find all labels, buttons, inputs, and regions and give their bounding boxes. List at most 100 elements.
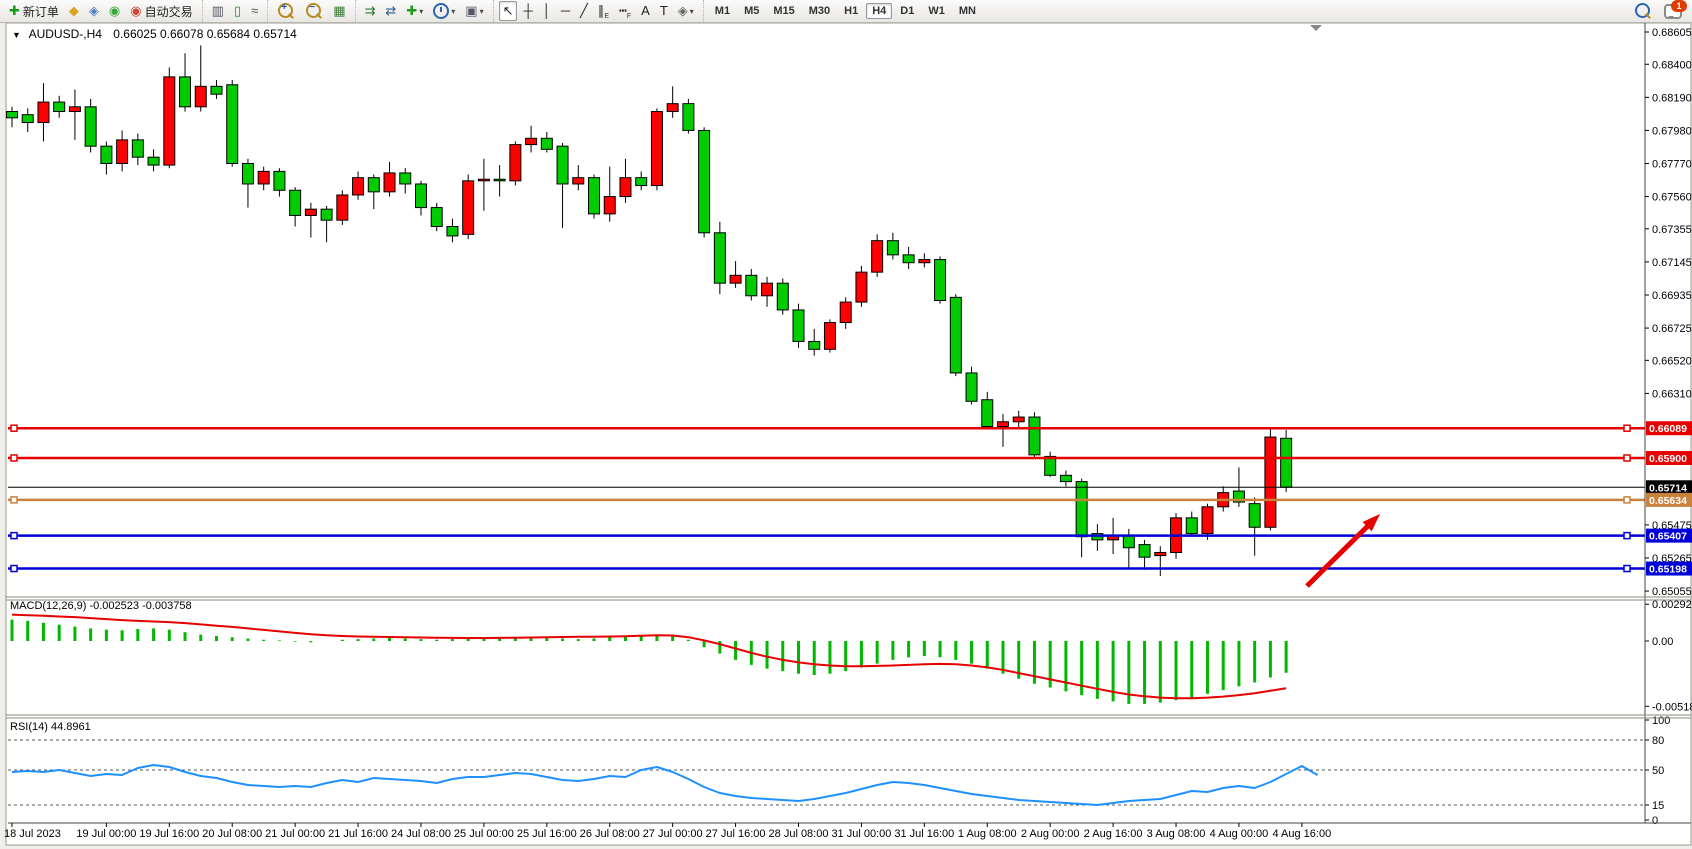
candle-body: [1249, 504, 1260, 528]
magnifier-sign: −: [309, 2, 315, 13]
rsi-axis-tick-label: 100: [1652, 715, 1670, 727]
toolbar: ✚新订单◆◈◉◉自动交易▥▯≈+−▦⇉⇄✚▾▾▣▾↖┼│─╱∥E┅FAT◈▾M1…: [0, 0, 1692, 23]
chevron-down-icon[interactable]: ▾: [480, 7, 484, 16]
chart-shift-button[interactable]: ⇄: [381, 1, 400, 21]
shapes-button[interactable]: ◈▾: [674, 1, 698, 21]
indicators-button[interactable]: ✚▾: [402, 1, 427, 21]
line-handle[interactable]: [1624, 533, 1630, 539]
chart-collapse-icon[interactable]: ▼: [12, 30, 21, 40]
timeframe-m1[interactable]: M1: [709, 3, 736, 19]
chart-window[interactable]: 0.002922 0.00 -0.005189 MACD(12,26,9) -0.00…: [0, 0, 1692, 849]
text-button[interactable]: A: [637, 1, 654, 21]
time-axis-label: 18 Jul 2023: [4, 828, 61, 840]
zoom-in-button[interactable]: +: [273, 1, 299, 21]
rsi-axis-tick-label: 80: [1652, 735, 1664, 747]
candle-body: [1139, 545, 1150, 558]
auto-trading-button[interactable]: ◉自动交易: [126, 1, 196, 21]
price-axis-tick-label: 0.65055: [1652, 586, 1692, 598]
templates-button[interactable]: ▣▾: [461, 1, 487, 21]
time-axis-label: 2 Aug 16:00: [1084, 828, 1143, 840]
timeframe-d1[interactable]: D1: [894, 3, 920, 19]
price-axis-tick-label: 0.67980: [1652, 125, 1692, 137]
timeframe-m30[interactable]: M30: [803, 3, 836, 19]
gold-tool-icon: ◆: [69, 2, 79, 20]
ohlc-readout: 0.66025 0.66078 0.65684 0.65714: [113, 27, 297, 41]
cursor-button[interactable]: ↖: [499, 1, 518, 21]
macd-indicator-label: MACD(12,26,9) -0.002523 -0.003758: [10, 600, 192, 612]
periods-button[interactable]: ▾: [429, 1, 459, 21]
bar-chart-button[interactable]: ▥: [208, 1, 228, 21]
new-order-button[interactable]: ✚新订单: [5, 1, 63, 21]
line-handle[interactable]: [1624, 425, 1630, 431]
line-handle[interactable]: [11, 566, 17, 572]
bar-chart-icon: ▥: [212, 2, 224, 20]
chevron-down-icon[interactable]: ▾: [419, 7, 423, 16]
timeframe-h4[interactable]: H4: [866, 3, 892, 19]
candle-body: [69, 107, 80, 112]
line-handle[interactable]: [1624, 455, 1630, 461]
chat-icon[interactable]: 1: [1664, 4, 1682, 19]
equidistant-channel-button[interactable]: ∥E: [594, 1, 613, 21]
candle-body: [510, 145, 521, 181]
auto-scroll-button[interactable]: ⇉: [361, 1, 380, 21]
timeframe-m5[interactable]: M5: [738, 3, 765, 19]
horizontal-line-button[interactable]: ─: [557, 1, 574, 21]
chevron-down-icon[interactable]: ▾: [690, 7, 694, 16]
line-handle[interactable]: [1624, 566, 1630, 572]
candle-chart-button[interactable]: ▯: [230, 1, 245, 21]
trendline-icon: ╱: [580, 2, 588, 20]
price-line-label: 0.65900: [1649, 453, 1687, 465]
time-axis-label: 1 Aug 08:00: [958, 828, 1017, 840]
line-handle[interactable]: [11, 455, 17, 461]
candle-body: [132, 140, 143, 157]
candle-body: [1186, 518, 1197, 534]
fibonacci-button[interactable]: ┅F: [615, 1, 635, 21]
timeframe-group: M1M5M15M30H1H4D1W1MN: [703, 0, 987, 22]
horizontal-line-icon: ─: [561, 2, 570, 20]
templates-icon: ▣: [465, 2, 477, 20]
crosshair-button[interactable]: ┼: [519, 1, 536, 21]
candle-body: [840, 302, 851, 322]
candle-body: [636, 178, 647, 186]
price-axis-tick-label: 0.67560: [1652, 192, 1692, 204]
candle-body: [117, 140, 128, 164]
candle-body: [966, 373, 977, 401]
timeframe-m15[interactable]: M15: [767, 3, 800, 19]
line-handle[interactable]: [11, 425, 17, 431]
zoom-out-button[interactable]: −: [301, 1, 327, 21]
indicators-icon: ✚: [406, 2, 417, 20]
chart-canvas[interactable]: 0.002922 0.00 -0.005189 MACD(12,26,9) -0.00…: [0, 0, 1692, 849]
trading-terminal: 0.002922 0.00 -0.005189 MACD(12,26,9) -0.00…: [0, 0, 1692, 849]
macd-axis-tick-label: -0.005189: [1652, 701, 1692, 713]
candle-body: [589, 178, 600, 214]
text-label-button[interactable]: T: [656, 1, 672, 21]
tile-windows-button[interactable]: ▦: [329, 1, 349, 21]
chevron-down-icon[interactable]: ▾: [451, 7, 455, 16]
signal-button[interactable]: ◉: [105, 1, 124, 21]
gold-tool-button[interactable]: ◆: [65, 1, 83, 21]
candle-body: [651, 112, 662, 186]
line-chart-button[interactable]: ≈: [247, 1, 262, 21]
candle-body: [982, 400, 993, 427]
search-icon[interactable]: [1635, 3, 1650, 18]
vertical-line-button[interactable]: │: [539, 1, 555, 21]
line-handle[interactable]: [11, 497, 17, 503]
candle-body: [227, 85, 238, 164]
notification-badge: 1: [1671, 0, 1687, 12]
time-axis-label: 20 Jul 08:00: [202, 828, 262, 840]
chart-window-frame: [6, 23, 1691, 845]
line-handle[interactable]: [11, 533, 17, 539]
timeframe-mn[interactable]: MN: [953, 3, 982, 19]
toolbar-group: ↖┼│ ─ ╱ ∥E┅FAT ◈▾: [493, 0, 703, 22]
candle-body: [573, 178, 584, 184]
text-label-icon: T: [660, 2, 668, 20]
trendline-button[interactable]: ╱: [576, 1, 592, 21]
charts-window-button[interactable]: ◈: [85, 1, 103, 21]
auto-trading-icon: ◉: [130, 2, 141, 20]
timeframe-w1[interactable]: W1: [922, 3, 951, 19]
macd-axis-tick-label: 0.00: [1652, 636, 1673, 648]
time-axis-label: 25 Jul 16:00: [517, 828, 577, 840]
line-handle[interactable]: [1624, 497, 1630, 503]
macd-axis-tick-label: 0.002922: [1652, 599, 1692, 611]
timeframe-h1[interactable]: H1: [838, 3, 864, 19]
